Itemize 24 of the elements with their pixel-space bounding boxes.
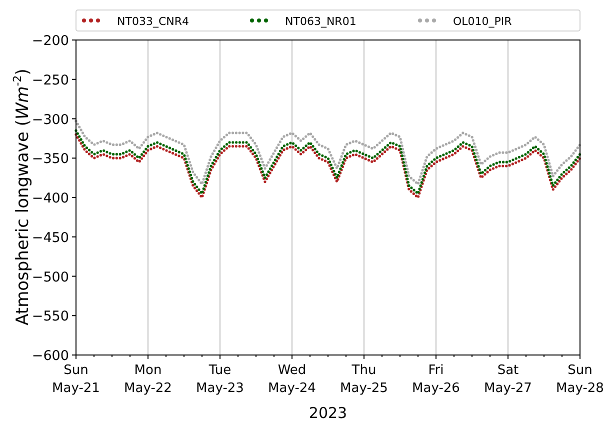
legend-marker-icon [418, 18, 436, 22]
tick-label: Thu May-25 [340, 363, 388, 396]
tick-label: Sun May-28 [556, 363, 604, 396]
tick-label: −450 [32, 230, 69, 246]
tick-label: −500 [32, 269, 69, 286]
legend-label: NT063_NR01 [285, 15, 356, 28]
tick-label: Tue May-23 [196, 363, 244, 396]
legend-label: OL010_PIR [453, 15, 512, 28]
legend-marker-icon [82, 18, 100, 22]
tick-label: −200 [32, 33, 69, 49]
tick-label: −600 [32, 348, 69, 364]
tick-label: −250 [32, 72, 69, 88]
tick-label: −400 [32, 190, 69, 206]
tick-label: Sat May-27 [484, 363, 532, 396]
tick-label: −300 [32, 112, 69, 128]
tick-label: Mon May-22 [124, 363, 172, 396]
axis-title: 2023 [308, 404, 348, 422]
tick-label: Fri May-26 [412, 363, 460, 396]
legend-marker-icon [250, 18, 268, 22]
tick-label: −350 [32, 151, 69, 168]
tick-label: Wed May-24 [268, 363, 316, 396]
tick-label: Sun May-21 [52, 363, 100, 396]
tick-label: −550 [32, 308, 69, 325]
legend-label: NT033_CNR4 [117, 15, 189, 28]
